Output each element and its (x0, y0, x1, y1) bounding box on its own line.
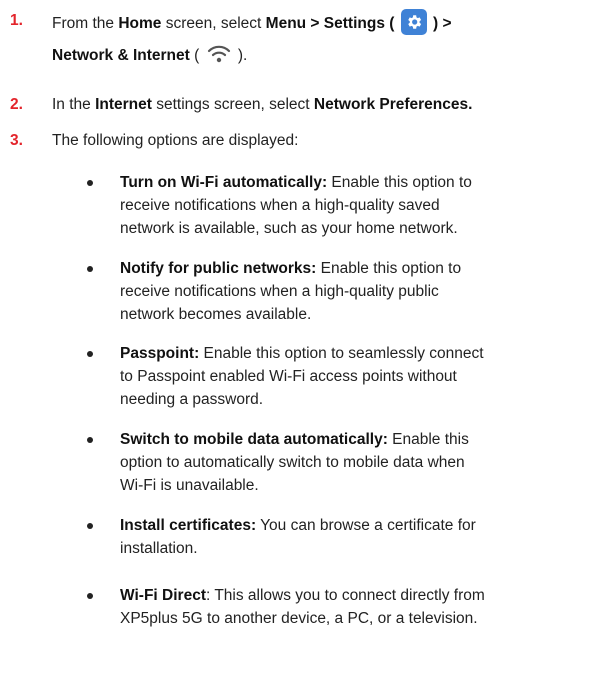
step-number: 2. (10, 96, 23, 113)
option-line: network is available, such as your home … (120, 220, 458, 237)
step-text: In the Internet settings screen, select … (52, 95, 472, 114)
option-line: receive notifications when a high-qualit… (120, 283, 439, 300)
option-line: needing a password. (120, 391, 264, 408)
step-text-part: settings screen, select (151, 96, 314, 113)
option-title: Wi-Fi Direct (120, 587, 206, 604)
option-text: Switch to mobile data automatically: Ena… (120, 428, 610, 497)
option-text: Wi-Fi Direct: This allows you to connect… (120, 584, 610, 630)
option-line: option to automatically switch to mobile… (120, 454, 465, 471)
option-text: Notify for public networks: Enable this … (120, 257, 610, 326)
option-line: Wi-Fi is unavailable. (120, 477, 259, 494)
step-number: 3. (10, 132, 23, 149)
bullet-dot (87, 523, 93, 529)
step-bold-network-preferences: Network Preferences. (313, 96, 473, 113)
step-text: From the Home screen, select Menu > Sett… (52, 9, 452, 37)
step-text-part: screen, select (161, 15, 266, 33)
option-line: Enable this option to (316, 260, 462, 277)
option-line: : This allows you to connect directly fr… (205, 587, 485, 604)
bullet-dot (87, 593, 93, 599)
step-bold-home: Home (118, 15, 162, 33)
option-line: receive notifications when a high-qualit… (120, 197, 440, 214)
option-line: installation. (120, 540, 198, 557)
step-bold-internet: Internet (95, 96, 152, 113)
option-line: XP5plus 5G to another device, a PC, or a… (120, 610, 478, 627)
bullet-dot (87, 351, 93, 357)
bullet-dot (87, 437, 93, 443)
document-page: 1. From the Home screen, select Menu > S… (0, 0, 612, 694)
step-text-part: In the (52, 96, 96, 113)
step-text: The following options are displayed: (52, 132, 299, 149)
option-title: Turn on Wi-Fi automatically: (120, 174, 328, 191)
bullet-dot (87, 180, 93, 186)
step-bold-network-internet: Network & Internet (52, 47, 190, 65)
gear-icon (400, 9, 427, 35)
option-title: Notify for public networks: (120, 260, 317, 277)
step-text-line2: Network & Internet ( ). (52, 45, 247, 67)
step-number: 1. (10, 12, 23, 29)
option-line: Enable this option to seamlessly connect (199, 345, 484, 362)
option-line: You can browse a certificate for (256, 517, 476, 534)
option-title: Passpoint: (120, 345, 200, 362)
option-line: Enable this option to (327, 174, 472, 191)
step-text-part: ) > (428, 15, 452, 33)
option-text: Turn on Wi-Fi automatically: Enable this… (120, 171, 610, 240)
option-title: Install certificates: (120, 517, 257, 534)
step-text-part: ( (189, 47, 204, 65)
wifi-icon (206, 43, 232, 65)
option-text: Install certificates: You can browse a c… (120, 514, 610, 560)
step-text-part: ). (233, 47, 248, 65)
option-line: Enable this (387, 431, 469, 448)
option-line: network becomes available. (120, 306, 312, 323)
option-title: Switch to mobile data automatically: (120, 431, 388, 448)
bullet-dot (87, 266, 93, 272)
step-text-part: ( (384, 15, 399, 33)
option-line: to Passpoint enabled Wi-Fi access points… (120, 368, 457, 385)
step-bold-menu-settings: Menu > Settings (265, 15, 385, 33)
step-text-part: From the (52, 15, 119, 33)
option-text: Passpoint: Enable this option to seamles… (120, 342, 610, 411)
